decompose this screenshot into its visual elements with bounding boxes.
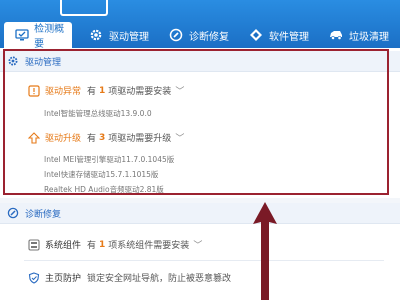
monitor-logo-icon: [60, 0, 108, 16]
tab-software-management[interactable]: 软件管理: [238, 22, 318, 48]
item-description: 项系统组件需要安装: [108, 241, 190, 251]
shield-icon: [28, 271, 40, 284]
tab-label: 诊断修复: [189, 31, 229, 43]
component-icon: [28, 238, 40, 251]
tab-overview[interactable]: 检测概要: [4, 22, 72, 50]
system-component-row[interactable]: 系统组件 有 1 项系统组件需要安装 ﹀: [28, 238, 202, 251]
section-title: 诊断修复: [25, 209, 62, 220]
tab-bar: 检测概要 驱动管理 诊断修复 软件管理 垃圾清理: [0, 22, 400, 50]
tab-label: 驱动管理: [109, 31, 149, 43]
item-name: 主页防护: [45, 274, 82, 284]
tab-driver-management[interactable]: 驱动管理: [78, 22, 158, 48]
chevron-down-icon[interactable]: ﹀: [193, 238, 202, 251]
divider: [24, 260, 384, 261]
tab-label: 软件管理: [269, 31, 309, 43]
gear-icon: [88, 27, 104, 43]
item-count: 1: [99, 239, 106, 250]
tab-label: 垃圾清理: [349, 31, 389, 43]
repair-section-header[interactable]: 诊断修复: [0, 203, 400, 224]
car-icon: [328, 27, 344, 43]
repair-panel: [0, 224, 400, 300]
item-name: 系统组件: [45, 241, 82, 251]
item-prefix: 有: [87, 241, 97, 251]
diamond-icon: [248, 27, 264, 43]
annotation-arrow-icon: [253, 202, 277, 300]
highlight-frame: [3, 49, 389, 195]
tab-junk-cleanup[interactable]: 垃圾清理: [318, 22, 398, 48]
tab-label: 检测概要: [34, 24, 65, 50]
wrench-icon: [6, 207, 19, 220]
tab-diagnose-repair[interactable]: 诊断修复: [158, 22, 238, 48]
monitor-check-icon: [14, 27, 29, 43]
homepage-protect-row[interactable]: 主页防护 锁定安全网址导航，防止被恶意篡改: [28, 271, 231, 284]
item-description: 锁定安全网址导航，防止被恶意篡改: [87, 274, 232, 284]
wrench-icon: [168, 27, 184, 43]
